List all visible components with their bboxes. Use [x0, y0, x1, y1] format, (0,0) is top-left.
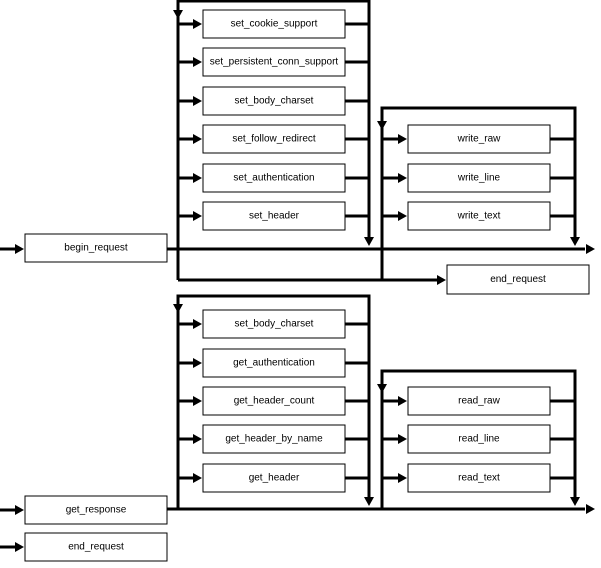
node-label: set_header [249, 211, 300, 222]
node-label: set_body_charset [235, 319, 314, 330]
node-setter: set_follow_redirect [202, 124, 346, 154]
getter-in-arrow-icon [193, 319, 202, 329]
node-writer: write_raw [407, 124, 551, 154]
getter-in-arrow-icon [193, 434, 202, 444]
node-label: get_authentication [233, 358, 315, 369]
node-label: set_cookie_support [231, 19, 318, 30]
writer-exit-arrow-icon [570, 237, 580, 246]
setter-in-arrow-icon [193, 19, 202, 29]
setter-in-arrow-icon [193, 211, 202, 221]
node-label: read_raw [458, 396, 500, 407]
main-flow-arrow-icon [586, 244, 595, 254]
node-getter: set_body_charset [202, 309, 346, 339]
setter-loop-down-arrow-icon [173, 10, 183, 19]
reader-exit-arrow-icon [570, 497, 580, 506]
node-label: end_request [68, 542, 124, 553]
node-end-request-alt: end_request [24, 532, 168, 562]
exit-arrow-icon [437, 275, 446, 285]
node-setter: set_persistent_conn_support [202, 47, 346, 77]
node-setter: set_authentication [202, 163, 346, 193]
writer-loop-down-arrow-icon [377, 121, 387, 130]
node-end-request: end_request [446, 264, 590, 295]
node-reader: read_text [407, 463, 551, 493]
reader-in-arrow-icon [398, 396, 407, 406]
node-label: end_request [490, 274, 546, 285]
node-getter: get_authentication [202, 348, 346, 378]
node-label: write_raw [457, 134, 502, 145]
node-label: write_line [457, 173, 501, 184]
setter-in-arrow-icon [193, 96, 202, 106]
reader-in-arrow-icon [398, 473, 407, 483]
node-getter: get_header_by_name [202, 424, 346, 454]
node-label: get_header_count [234, 396, 315, 407]
getter-exit-arrow-icon [364, 497, 374, 506]
node-label: set_authentication [233, 173, 314, 184]
node-getter: get_header [202, 463, 346, 493]
response-entry-arrow-icon [15, 505, 24, 515]
setter-in-arrow-icon [193, 173, 202, 183]
response-flow-arrow-icon [586, 504, 595, 514]
nodes: begin_request set_cookie_support set_persi… [24, 9, 590, 562]
node-setter: set_cookie_support [202, 9, 346, 39]
reader-loop-down-arrow-icon [377, 384, 387, 393]
writer-in-arrow-icon [398, 173, 407, 183]
end-entry-arrow-icon [15, 542, 24, 552]
setter-exit-arrow-icon [364, 237, 374, 246]
setter-in-arrow-icon [193, 134, 202, 144]
node-label: set_follow_redirect [232, 134, 316, 145]
getter-in-arrow-icon [193, 396, 202, 406]
node-label: read_text [458, 473, 500, 484]
node-label: set_persistent_conn_support [210, 57, 339, 68]
node-label: get_header_by_name [225, 434, 323, 445]
reader-in-arrow-icon [398, 434, 407, 444]
node-label: get_header [249, 473, 300, 484]
flow-diagram: begin_request set_cookie_support set_persi… [0, 0, 595, 562]
node-label: read_line [458, 434, 500, 445]
node-label: write_text [457, 211, 501, 222]
node-getter: get_header_count [202, 386, 346, 416]
node-reader: read_line [407, 424, 551, 454]
setter-in-arrow-icon [193, 57, 202, 67]
node-label: set_body_charset [235, 96, 314, 107]
writer-in-arrow-icon [398, 134, 407, 144]
node-label: begin_request [64, 243, 128, 254]
node-setter: set_body_charset [202, 86, 346, 116]
getter-loop-down-arrow-icon [173, 304, 183, 313]
node-writer: write_line [407, 163, 551, 193]
node-reader: read_raw [407, 386, 551, 416]
node-get-response: get_response [24, 495, 168, 525]
node-label: get_response [66, 505, 127, 516]
node-setter: set_header [202, 201, 346, 231]
entry-arrow-icon [15, 244, 24, 254]
node-writer: write_text [407, 201, 551, 231]
node-begin-request: begin_request [24, 233, 168, 263]
getter-in-arrow-icon [193, 473, 202, 483]
writer-in-arrow-icon [398, 211, 407, 221]
getter-in-arrow-icon [193, 358, 202, 368]
